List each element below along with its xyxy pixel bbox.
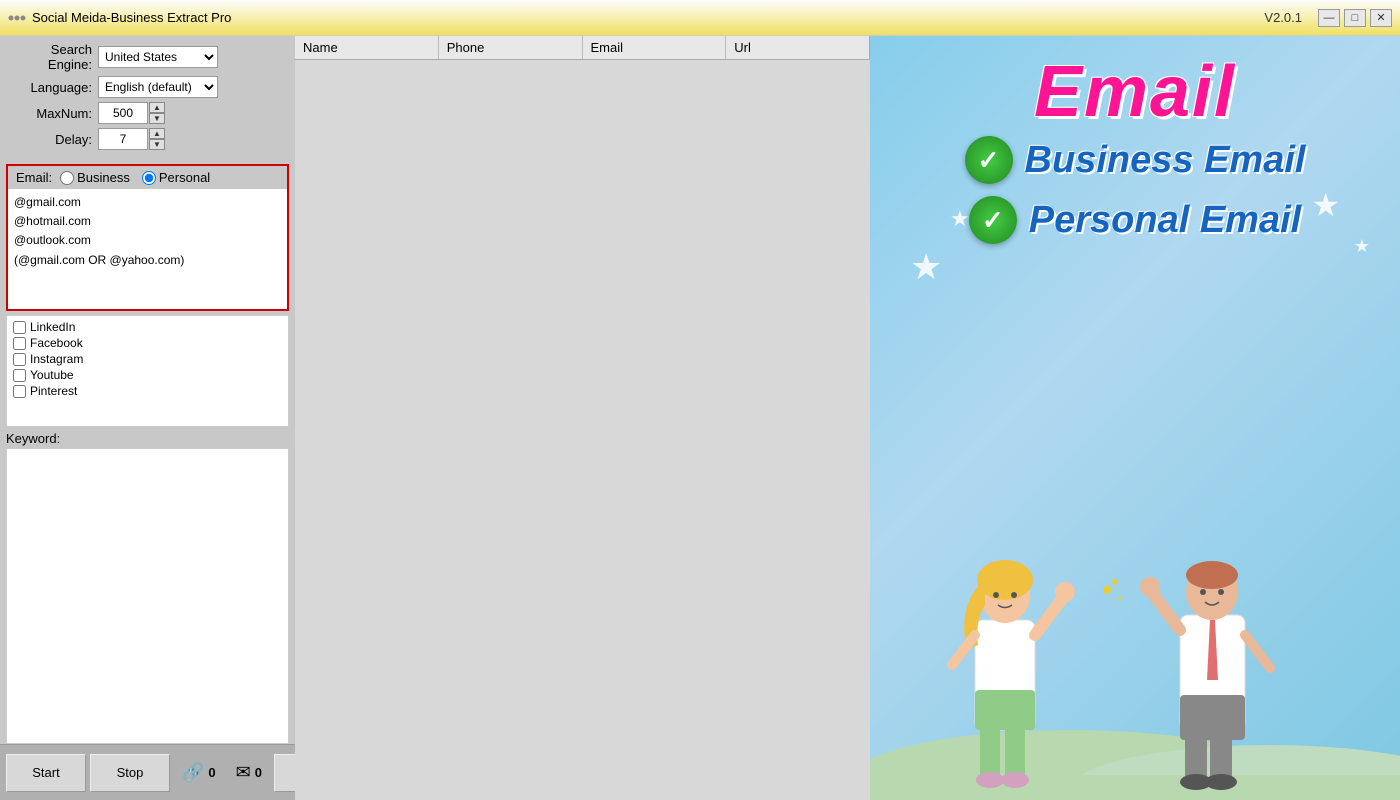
personal-radio[interactable] <box>142 171 156 185</box>
keyword-textarea[interactable] <box>6 448 289 744</box>
personal-radio-item[interactable]: Personal <box>142 170 210 185</box>
email-section: Email: Business Personal @gmail.com @hot… <box>6 164 289 311</box>
delay-up-button[interactable]: ▲ <box>149 128 165 139</box>
title-bar: Social Meida-Business Extract Pro V2.0.1… <box>0 0 1400 36</box>
maxnum-label: MaxNum: <box>8 106 98 121</box>
email-count: 0 <box>255 765 262 780</box>
maxnum-down-button[interactable]: ▼ <box>149 113 165 124</box>
instagram-checkbox-item[interactable]: Instagram <box>13 352 282 366</box>
delay-spinner-buttons: ▲ ▼ <box>149 128 165 150</box>
business-radio[interactable] <box>60 171 74 185</box>
pinterest-label: Pinterest <box>30 384 77 398</box>
language-label: Language: <box>8 80 98 95</box>
col-email: Email <box>583 36 727 59</box>
email-icon: ✉ <box>236 762 251 783</box>
keyword-label: Keyword: <box>6 431 289 446</box>
stop-button[interactable]: Stop <box>90 754 170 792</box>
business-check-circle <box>965 136 1013 184</box>
email-stat: ✉ 0 <box>228 762 270 783</box>
youtube-checkbox[interactable] <box>13 369 26 382</box>
language-control: English (default) Spanish French <box>98 76 218 98</box>
window-controls: — □ ✕ <box>1318 9 1392 27</box>
delay-row: Delay: 7 ▲ ▼ <box>8 128 287 150</box>
email-list: @gmail.com @hotmail.com @outlook.com (@g… <box>8 189 287 309</box>
app-version: V2.0.1 <box>1264 10 1302 25</box>
col-name: Name <box>295 36 439 59</box>
data-table-area: Name Phone Email Url <box>295 36 870 800</box>
business-radio-item[interactable]: Business <box>60 170 130 185</box>
app-icon <box>8 9 26 27</box>
youtube-checkbox-item[interactable]: Youtube <box>13 368 282 382</box>
email-list-item: @gmail.com <box>14 193 281 212</box>
personal-radio-label: Personal <box>159 170 210 185</box>
email-list-item: @outlook.com <box>14 231 281 250</box>
linkedin-checkbox-item[interactable]: LinkedIn <box>13 320 282 334</box>
email-header-label: Email: <box>16 170 52 185</box>
social-platforms-list: LinkedIn Facebook Instagram Youtube Pint… <box>6 315 289 427</box>
search-engine-control: United States United Kingdom Canada <box>98 46 218 68</box>
email-type-radio-group: Business Personal <box>60 170 210 185</box>
maxnum-row: MaxNum: 500 ▲ ▼ <box>8 102 287 124</box>
promo-personal-text: Personal Email <box>1029 201 1301 239</box>
business-radio-label: Business <box>77 170 130 185</box>
form-area: Search Engine: United States United King… <box>0 36 295 160</box>
promo-personal-row: Personal Email <box>969 196 1301 244</box>
link-stat: 🔗 0 <box>174 762 224 783</box>
star-decoration-1: ★ <box>910 246 942 288</box>
personal-check-circle <box>969 196 1017 244</box>
language-row: Language: English (default) Spanish Fren… <box>8 76 287 98</box>
maxnum-spinner-buttons: ▲ ▼ <box>149 102 165 124</box>
main-content: Search Engine: United States United King… <box>0 36 1400 800</box>
linkedin-label: LinkedIn <box>30 320 75 334</box>
star-decoration-3: ★ <box>1311 186 1340 224</box>
email-list-item: @hotmail.com <box>14 212 281 231</box>
pinterest-checkbox[interactable] <box>13 385 26 398</box>
instagram-label: Instagram <box>30 352 83 366</box>
email-list-item: (@gmail.com OR @yahoo.com) <box>14 251 281 270</box>
youtube-label: Youtube <box>30 368 74 382</box>
delay-input[interactable]: 7 <box>98 128 148 150</box>
maxnum-input[interactable]: 500 <box>98 102 148 124</box>
delay-label: Delay: <box>8 132 98 147</box>
maxnum-up-button[interactable]: ▲ <box>149 102 165 113</box>
minimize-button[interactable]: — <box>1318 9 1340 27</box>
maxnum-spinner: 500 ▲ ▼ <box>98 102 165 124</box>
promo-business-text: Business Email <box>1025 141 1306 179</box>
promo-business-row: Business Email <box>965 136 1306 184</box>
characters-illustration <box>870 420 1400 800</box>
start-button[interactable]: Start <box>6 754 86 792</box>
linkedin-checkbox[interactable] <box>13 321 26 334</box>
maximize-button[interactable]: □ <box>1344 9 1366 27</box>
table-body <box>295 60 870 800</box>
close-button[interactable]: ✕ <box>1370 9 1392 27</box>
language-select[interactable]: English (default) Spanish French <box>98 76 218 98</box>
star-decoration-2: ★ <box>950 206 970 232</box>
facebook-label: Facebook <box>30 336 83 350</box>
keyword-section: Keyword: <box>6 431 289 744</box>
delay-spinner: 7 ▲ ▼ <box>98 128 165 150</box>
checkboxes-inner[interactable]: LinkedIn Facebook Instagram Youtube Pint… <box>7 316 288 426</box>
facebook-checkbox[interactable] <box>13 337 26 350</box>
link-count: 0 <box>208 765 215 780</box>
col-url: Url <box>726 36 869 59</box>
table-header: Name Phone Email Url <box>295 36 870 60</box>
search-engine-row: Search Engine: United States United King… <box>8 42 287 72</box>
app-title: Social Meida-Business Extract Pro <box>32 10 1264 25</box>
promo-email-title: Email <box>1034 56 1236 128</box>
search-engine-select[interactable]: United States United Kingdom Canada <box>98 46 218 68</box>
search-engine-label: Search Engine: <box>8 42 98 72</box>
star-decoration-4: ★ <box>1354 236 1370 257</box>
link-icon: 🔗 <box>182 762 204 783</box>
email-header: Email: Business Personal <box>8 166 287 189</box>
delay-down-button[interactable]: ▼ <box>149 139 165 150</box>
left-panel: Search Engine: United States United King… <box>0 36 295 800</box>
right-promo-panel: ★ ★ ★ ★ Email Business Email Personal Em… <box>870 36 1400 800</box>
bottom-toolbar: Start Stop 🔗 0 ✉ 0 Clear Export <box>0 744 295 800</box>
facebook-checkbox-item[interactable]: Facebook <box>13 336 282 350</box>
col-phone: Phone <box>439 36 583 59</box>
instagram-checkbox[interactable] <box>13 353 26 366</box>
pinterest-checkbox-item[interactable]: Pinterest <box>13 384 282 398</box>
